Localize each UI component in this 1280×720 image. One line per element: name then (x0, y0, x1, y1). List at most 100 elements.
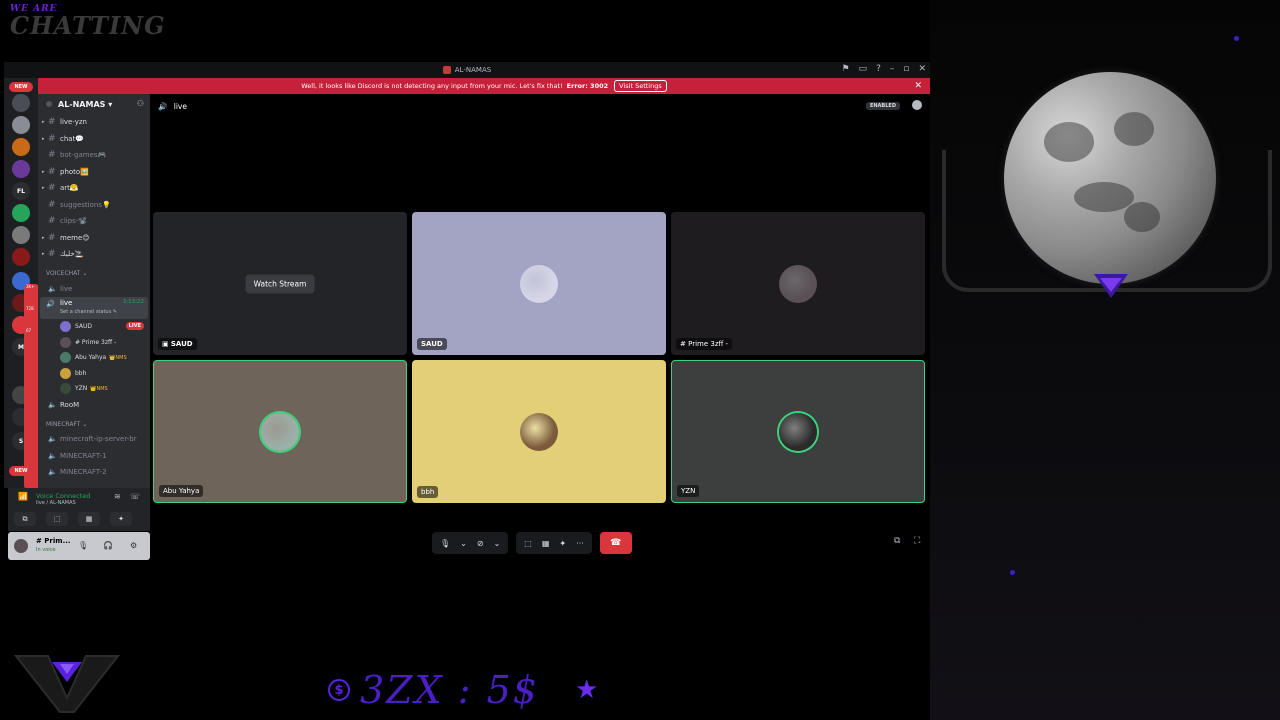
server-header[interactable]: AL-NAMAS ▾ ⚇ (38, 94, 150, 114)
voice-user[interactable]: bbh (38, 366, 150, 382)
call-header: 🔊 live (158, 102, 187, 111)
speaker-icon: 🔊 (46, 300, 55, 308)
server-icon[interactable]: FL (12, 182, 30, 200)
camera-off-button[interactable]: ⧉ (14, 512, 36, 526)
server-icon[interactable] (12, 116, 30, 134)
participant-name: # Prime 3zff - (680, 340, 729, 348)
server-icon (442, 66, 451, 74)
text-channel[interactable]: ▸ # live-yzn (38, 114, 150, 131)
voice-user[interactable]: Abu Yahya 👑NMS (38, 350, 150, 366)
enabled-badge[interactable]: ENABLED (865, 102, 900, 110)
voice-user-name: # Prime 3zff - (75, 338, 117, 346)
video-tile[interactable]: Watch Stream ▣ SAUD (153, 212, 407, 355)
soundboard-button[interactable]: ✦ (110, 512, 132, 526)
more-icon[interactable]: ··· (576, 539, 584, 548)
mic-icon[interactable]: 🎙 (78, 541, 88, 550)
video-tile[interactable]: SAUD (412, 212, 666, 355)
camera-off-icon[interactable]: ⊘ (477, 539, 484, 548)
speaker-icon: 🔈 (48, 468, 57, 477)
disconnect-icon[interactable]: ☏ (130, 492, 140, 501)
video-tile[interactable]: # Prime 3zff - (671, 212, 925, 355)
text-channel[interactable]: ▸ # chat💬 (38, 131, 150, 148)
server-icon[interactable] (12, 248, 30, 266)
inbox-flag-icon[interactable]: ⚑ (841, 64, 849, 74)
user-name[interactable]: # Prim... (36, 537, 71, 545)
server-icon[interactable] (12, 204, 30, 222)
activities-icon[interactable]: ▦ (542, 539, 550, 548)
voice-user-name: YZN (75, 385, 88, 393)
text-channel[interactable]: ▸ # خليك🚬 (38, 246, 150, 263)
server-icon[interactable] (12, 138, 30, 156)
invite-icon[interactable]: ⚇ (137, 99, 144, 108)
mic-cam-group: 🎙 ⌄ ⊘ ⌄ (432, 532, 509, 554)
voice-category[interactable]: VOICECHAT ⌄ (38, 267, 150, 281)
voice-channel-minecraft[interactable]: 🔈 minecraft-ip-server-br (38, 431, 150, 448)
inbox-icon[interactable]: ▭ (859, 64, 868, 74)
signal-icon[interactable]: 📶 (18, 492, 28, 501)
voice-channel-label: RooM (60, 400, 80, 409)
voice-channel-live-idle[interactable]: 🔈 live (38, 281, 150, 298)
titlebar: AL-NAMAS ⚑ ▭ ? – ▫ ✕ (4, 62, 930, 78)
screen-share-icon[interactable]: ⬚ (524, 539, 532, 548)
chevron-down-icon[interactable]: ⌄ (460, 539, 467, 548)
fullscreen-icon[interactable]: ⛶ (914, 536, 920, 546)
sparkle-dot (1234, 36, 1239, 41)
visit-settings-button[interactable]: Visit Settings (614, 80, 667, 92)
headphones-icon[interactable]: 🎧 (103, 541, 113, 550)
activities-button[interactable]: ▦ (78, 512, 100, 526)
participant-name: bbh (421, 488, 435, 496)
noise-suppression-icon[interactable]: ≋ (114, 492, 121, 501)
mic-toggle-icon[interactable]: 🎙 (440, 539, 450, 548)
voice-user[interactable]: SAUD LIVE (38, 319, 150, 335)
avatar (60, 352, 71, 364)
voice-channel-live[interactable]: 🔊 live Set a channel status ✎ 3:13:22 (40, 297, 148, 319)
hangup-button[interactable]: ☎ (599, 532, 632, 554)
speaker-icon: 🔈 (48, 451, 57, 460)
video-tile[interactable]: bbh (412, 360, 666, 503)
chat-icon[interactable] (912, 100, 922, 110)
channel-status[interactable]: Set a channel status ✎ (60, 309, 117, 315)
voice-channel-room[interactable]: 🔈 RooM (38, 397, 150, 414)
server-icon[interactable] (12, 94, 30, 112)
popout-icon[interactable]: ⧉ (894, 536, 900, 546)
minimize-button[interactable]: – (890, 64, 895, 74)
avatar (60, 336, 71, 348)
voice-user[interactable]: # Prime 3zff - (38, 335, 150, 351)
voice-channel-minecraft[interactable]: 🔈 MINECRAFT-2 (38, 464, 150, 481)
chevron-down-icon[interactable]: ⌄ (494, 539, 501, 548)
close-window-button[interactable]: ✕ (918, 64, 926, 74)
avatar (60, 383, 71, 395)
channel-sidebar: AL-NAMAS ▾ ⚇ ▸ # live-yzn ▸ # chat💬 # bot-games… (38, 94, 150, 488)
gear-icon[interactable]: ⚙ (130, 541, 137, 550)
voice-user[interactable]: YZN 👑NMS (38, 381, 150, 397)
help-icon[interactable]: ? (876, 64, 881, 74)
screen-share-button[interactable]: ⬚ (46, 512, 68, 526)
channel-label: photo🖼️ (60, 167, 89, 176)
voice-status[interactable]: Voice Connected (36, 492, 90, 500)
maximize-button[interactable]: ▫ (903, 64, 909, 74)
soundboard-icon[interactable]: ✦ (559, 539, 566, 548)
text-channel[interactable]: # clips-📽️ (38, 213, 150, 230)
watch-stream-button[interactable]: Watch Stream (245, 274, 315, 293)
voice-channel-label: live (60, 284, 73, 293)
avatar[interactable] (14, 539, 28, 553)
text-channel[interactable]: # bot-games🎮 (38, 147, 150, 164)
server-icon[interactable] (12, 226, 30, 244)
price-text: 3ZX : 5$ (360, 668, 539, 712)
voice-channel-minecraft[interactable]: 🔈 MINECRAFT-1 (38, 448, 150, 465)
brand-logo-icon (14, 655, 120, 713)
text-channel[interactable]: # suggestions💡 (38, 197, 150, 214)
text-channel[interactable]: ▸ # meme😊 (38, 230, 150, 247)
hash-icon: # (48, 166, 56, 177)
call-timer: 3:13:22 (122, 299, 144, 305)
video-tile[interactable]: Abu Yahya (153, 360, 407, 503)
voice-actions: ⧉ ⬚ ▦ ✦ (14, 512, 132, 526)
server-icon[interactable] (12, 160, 30, 178)
video-tile[interactable]: YZN (671, 360, 925, 503)
notice-error: Error: 3002 (566, 82, 609, 90)
text-channel[interactable]: ▸ # photo🖼️ (38, 164, 150, 181)
minecraft-category[interactable]: MINECRAFT ⌄ (38, 417, 150, 431)
close-notice-button[interactable]: ✕ (914, 81, 922, 91)
stream-canvas: WE ARE CHATTING $ 3ZX : 5$ ★ AL-NAMAS ⚑ … (0, 0, 1280, 720)
text-channel[interactable]: ▸ # art😤 (38, 180, 150, 197)
